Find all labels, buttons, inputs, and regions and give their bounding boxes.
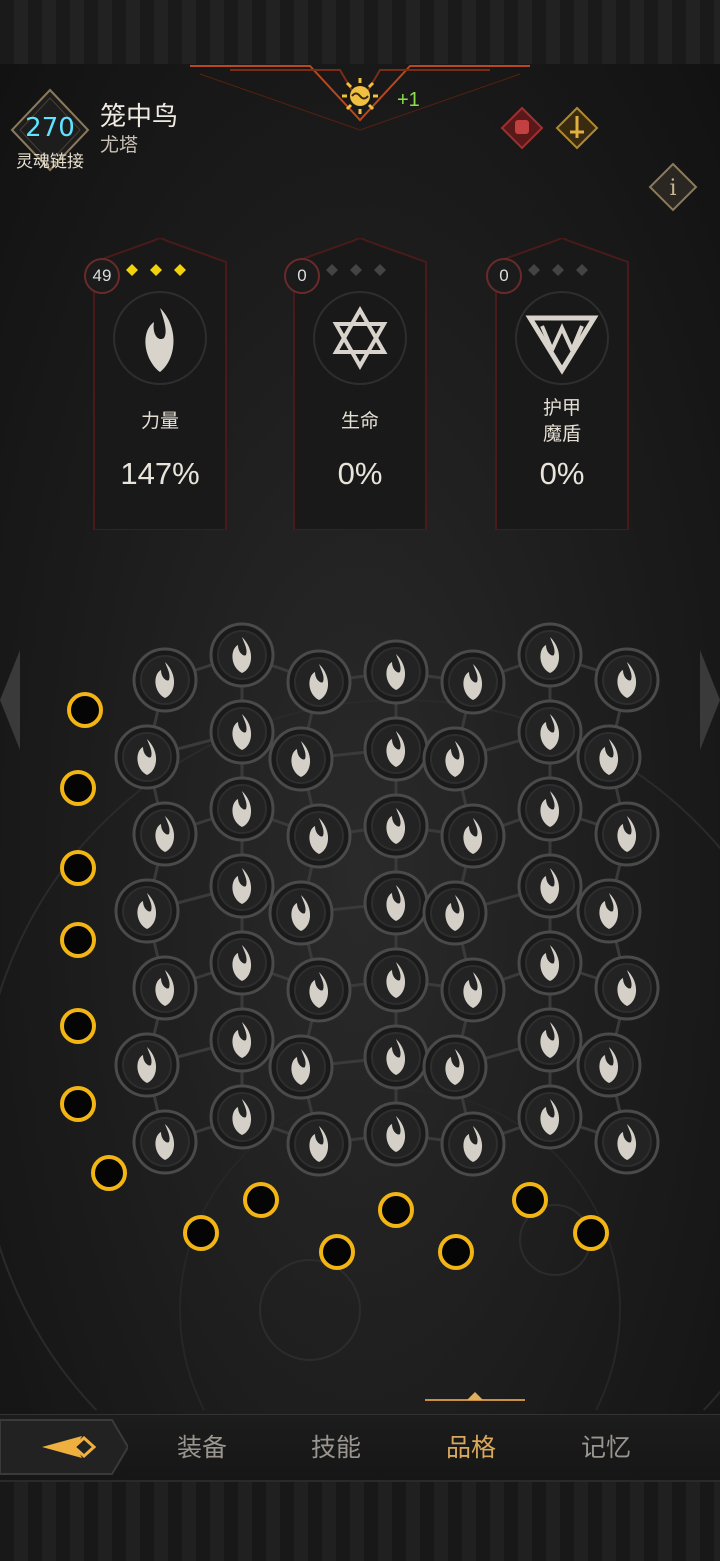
- trait-node-flame[interactable]: [363, 947, 429, 1013]
- empty-slot-node[interactable]: [573, 1215, 609, 1251]
- character-name: 笼中鸟: [100, 101, 179, 131]
- trait-node-flame[interactable]: [517, 1084, 583, 1150]
- attribute-value: 0%: [337, 456, 383, 491]
- trait-node-flame[interactable]: [363, 870, 429, 936]
- trait-node-flame[interactable]: [422, 880, 488, 946]
- trait-node-flame[interactable]: [286, 957, 352, 1023]
- trait-node-flame[interactable]: [132, 647, 198, 713]
- trait-node-flame[interactable]: [209, 776, 275, 842]
- trait-node-flame[interactable]: [363, 793, 429, 859]
- empty-slot-node[interactable]: [60, 850, 96, 886]
- svg-text:i: i: [669, 176, 676, 201]
- empty-slot-node[interactable]: [60, 770, 96, 806]
- trait-node-flame[interactable]: [209, 1007, 275, 1073]
- trait-node-flame[interactable]: [422, 1034, 488, 1100]
- trait-node-flame[interactable]: [286, 649, 352, 715]
- top-frame: [0, 0, 720, 66]
- empty-slot-node[interactable]: [319, 1234, 355, 1270]
- trait-node-flame[interactable]: [594, 801, 660, 867]
- empty-slot-node[interactable]: [378, 1192, 414, 1228]
- tab-skills[interactable]: 技能: [311, 1428, 361, 1464]
- trait-node-grid: [0, 622, 720, 1410]
- trait-node-flame[interactable]: [132, 1109, 198, 1175]
- empty-slot-node[interactable]: [67, 692, 103, 728]
- empty-slot-node[interactable]: [60, 922, 96, 958]
- trait-node-flame[interactable]: [440, 803, 506, 869]
- attribute-value: 147%: [120, 456, 200, 491]
- trait-node-flame[interactable]: [440, 1111, 506, 1177]
- trait-node-flame[interactable]: [268, 726, 334, 792]
- sun-emblem-icon[interactable]: [330, 74, 390, 122]
- attribute-label-line1: 护甲: [542, 398, 581, 419]
- trait-node-flame[interactable]: [114, 1032, 180, 1098]
- attribute-rank: 0: [486, 258, 522, 294]
- fist-icon[interactable]: [500, 106, 544, 150]
- tab-memory[interactable]: 记忆: [581, 1428, 631, 1464]
- empty-slot-node[interactable]: [438, 1234, 474, 1270]
- empty-slot-node[interactable]: [183, 1215, 219, 1251]
- trait-node-flame[interactable]: [576, 724, 642, 790]
- trait-node-flame[interactable]: [286, 1111, 352, 1177]
- soul-link-count: 270: [25, 113, 75, 143]
- trait-node-flame[interactable]: [576, 1032, 642, 1098]
- trait-node-flame[interactable]: [440, 957, 506, 1023]
- sword-icon[interactable]: [555, 106, 599, 150]
- attribute-banner-armor[interactable]: 0 护甲 魔盾 0%: [486, 238, 638, 530]
- trait-node-flame[interactable]: [594, 647, 660, 713]
- trait-node-flame[interactable]: [209, 622, 275, 688]
- attribute-label-line2: 魔盾: [542, 424, 581, 445]
- trait-node-flame[interactable]: [363, 1101, 429, 1167]
- empty-slot-node[interactable]: [243, 1182, 279, 1218]
- trait-node-flame[interactable]: [517, 622, 583, 688]
- trait-node-flame[interactable]: [517, 930, 583, 996]
- trait-node-flame[interactable]: [594, 1109, 660, 1175]
- trait-node-flame[interactable]: [268, 880, 334, 946]
- trait-node-flame[interactable]: [517, 853, 583, 919]
- trait-node-flame[interactable]: [209, 930, 275, 996]
- rank-diamonds: [528, 264, 588, 276]
- trait-node-flame[interactable]: [268, 1034, 334, 1100]
- trait-node-flame[interactable]: [286, 803, 352, 869]
- empty-slot-node[interactable]: [60, 1086, 96, 1122]
- trait-node-flame[interactable]: [576, 878, 642, 944]
- trait-node-flame[interactable]: [363, 639, 429, 705]
- tab-traits[interactable]: 品格: [446, 1428, 496, 1464]
- bonus-text: +1: [397, 89, 420, 111]
- empty-slot-node[interactable]: [91, 1155, 127, 1191]
- back-arrow-icon[interactable]: [0, 1414, 128, 1480]
- trait-node-flame[interactable]: [363, 1024, 429, 1090]
- trait-node-flame[interactable]: [114, 724, 180, 790]
- empty-slot-node[interactable]: [60, 1008, 96, 1044]
- attribute-value: 0%: [539, 456, 585, 491]
- tab-equipment[interactable]: 装备: [177, 1428, 227, 1464]
- attribute-banner-life[interactable]: 0 生命 0%: [284, 238, 436, 530]
- rank-diamonds: [126, 264, 186, 276]
- trait-node-flame[interactable]: [209, 853, 275, 919]
- trait-node-flame[interactable]: [422, 726, 488, 792]
- soul-link-label: 灵魂链接: [16, 152, 84, 171]
- trait-node-flame[interactable]: [209, 1084, 275, 1150]
- info-icon[interactable]: i: [648, 162, 698, 212]
- trait-node-flame[interactable]: [132, 955, 198, 1021]
- trait-node-flame[interactable]: [517, 776, 583, 842]
- rank-diamonds: [326, 264, 386, 276]
- attribute-rank: 0: [284, 258, 320, 294]
- active-tab-indicator: [425, 1392, 525, 1401]
- character-class: 尤塔: [100, 135, 139, 156]
- trait-node-flame[interactable]: [594, 955, 660, 1021]
- trait-node-flame[interactable]: [363, 716, 429, 782]
- attribute-label: 生命: [340, 411, 379, 432]
- empty-slot-node[interactable]: [512, 1182, 548, 1218]
- trait-node-flame[interactable]: [517, 1007, 583, 1073]
- attribute-rank: 49: [84, 258, 120, 294]
- attribute-label: 力量: [140, 411, 179, 432]
- trait-node-flame[interactable]: [114, 878, 180, 944]
- bottom-frame: [0, 1480, 720, 1561]
- trait-node-flame[interactable]: [132, 801, 198, 867]
- trait-node-flame[interactable]: [209, 699, 275, 765]
- trait-node-flame[interactable]: [440, 649, 506, 715]
- attribute-banner-strength[interactable]: 49 力量 147%: [84, 238, 236, 530]
- trait-node-flame[interactable]: [517, 699, 583, 765]
